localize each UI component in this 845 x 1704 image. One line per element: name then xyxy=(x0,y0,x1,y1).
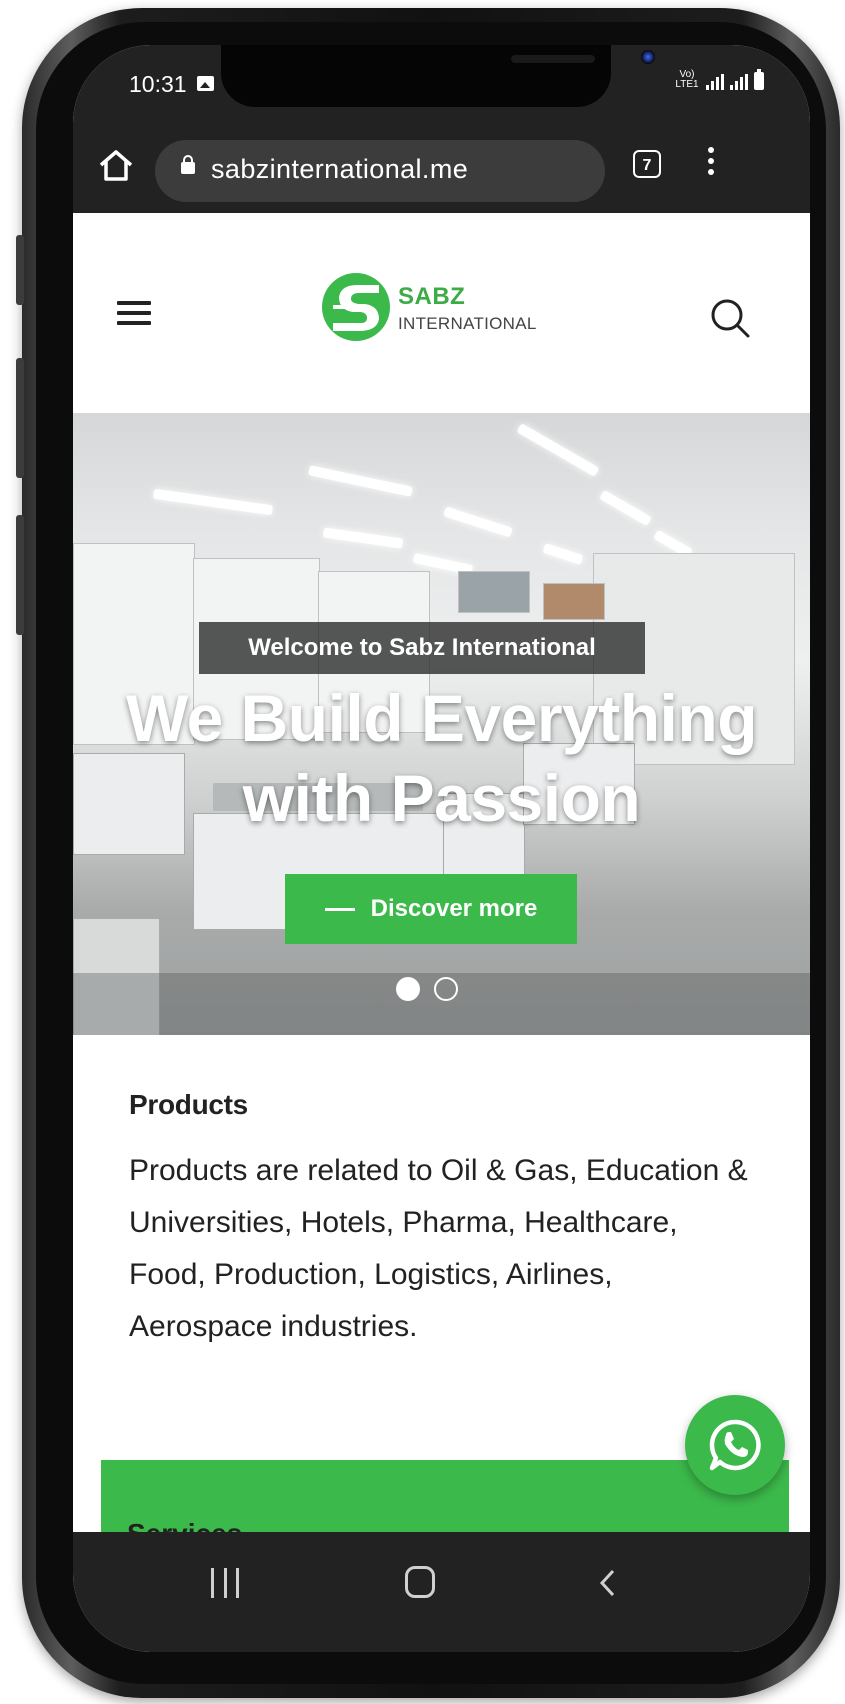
logo-mark-icon xyxy=(322,273,390,341)
logo-title: SABZ xyxy=(398,283,466,310)
status-bar: 10:31 Vo) LTE1 xyxy=(73,45,810,121)
slide-dot-2[interactable] xyxy=(434,977,458,1001)
volume-up-button xyxy=(16,235,24,305)
home-icon[interactable] xyxy=(97,148,135,182)
hamburger-icon[interactable] xyxy=(117,301,151,325)
signal-2-icon xyxy=(730,74,748,90)
system-navigation-bar xyxy=(73,1532,810,1652)
slide-dot-1[interactable] xyxy=(396,977,420,1001)
status-time: 10:31 xyxy=(129,71,187,97)
site-header: SABZ INTERNATIONAL xyxy=(73,213,810,413)
earpiece-speaker xyxy=(511,55,595,63)
network-label: Vo) LTE1 xyxy=(675,69,699,90)
browser-toolbar: sabzinternational.me 7 xyxy=(73,121,810,213)
volume-down-button xyxy=(16,358,24,478)
hero-title-line-1: We Build Everything xyxy=(125,681,758,755)
url-text[interactable]: sabzinternational.me xyxy=(211,154,468,185)
dash-icon xyxy=(324,907,355,911)
products-heading: Products xyxy=(129,1089,248,1120)
slider-pagination xyxy=(396,977,458,1001)
recents-icon[interactable] xyxy=(211,1568,239,1598)
image-notification-icon xyxy=(197,76,214,91)
search-icon[interactable] xyxy=(708,296,752,340)
discover-more-label: Discover more xyxy=(370,895,538,922)
products-description: Products are related to Oil & Gas, Educa… xyxy=(129,1154,748,1343)
hero-slider: Welcome to Sabz International We Build E… xyxy=(73,413,810,1035)
tabs-icon[interactable]: 7 xyxy=(633,150,661,178)
hero-kicker: Welcome to Sabz International xyxy=(199,622,645,674)
signal-1-icon xyxy=(706,74,724,90)
site-logo[interactable]: SABZ INTERNATIONAL xyxy=(321,271,561,351)
phone-screen: 10:31 Vo) LTE1 sabzinternational.me 7 SA… xyxy=(73,45,810,1652)
status-indicators: Vo) LTE1 xyxy=(674,69,764,90)
camera-notch xyxy=(221,45,655,107)
hero-title-line-2: with Passion xyxy=(242,761,641,835)
more-icon[interactable] xyxy=(703,147,719,181)
battery-icon xyxy=(754,69,764,90)
whatsapp-button[interactable] xyxy=(685,1395,785,1495)
logo-subtitle: INTERNATIONAL xyxy=(398,314,537,333)
home-nav-icon[interactable] xyxy=(405,1566,435,1598)
hero-title: We Build Everything with Passion xyxy=(73,678,810,838)
back-icon[interactable] xyxy=(598,1568,616,1598)
lock-icon xyxy=(181,155,195,174)
address-bar[interactable]: sabzinternational.me xyxy=(155,140,605,202)
whatsapp-icon xyxy=(709,1419,761,1471)
products-section: Products Products are related to Oil & G… xyxy=(73,1035,810,1455)
discover-more-button[interactable]: Discover more xyxy=(285,874,577,944)
power-button xyxy=(16,515,24,635)
front-camera xyxy=(641,50,655,64)
